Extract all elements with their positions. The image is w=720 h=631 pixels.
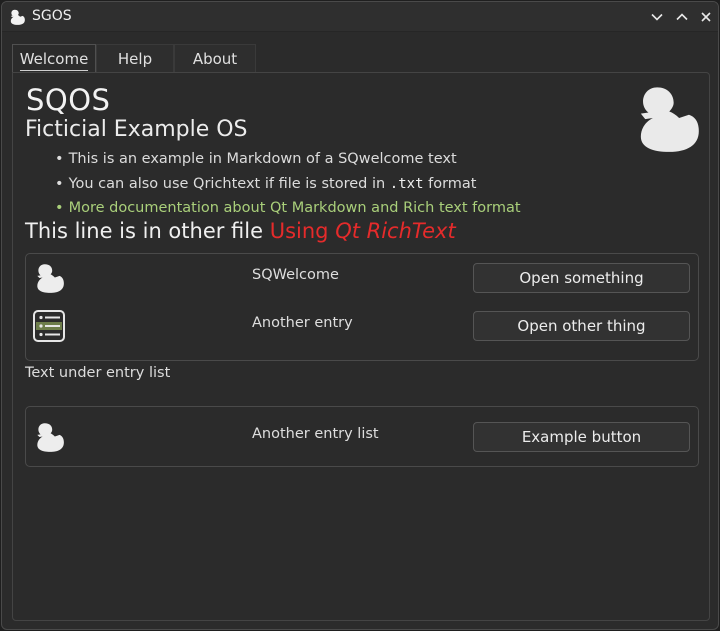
code-snippet: .txt <box>389 175 424 192</box>
duck-icon <box>10 9 25 25</box>
bullet-text: You can also use Qrichtext if file is st… <box>68 175 390 192</box>
welcome-panel: SQOS Ficticial Example OS This is an exa… <box>12 72 710 621</box>
list-item: This is an example in Markdown of a SQwe… <box>55 147 521 172</box>
duck-icon <box>37 264 64 293</box>
list-item: Another entry list Example button <box>26 416 698 456</box>
richtext-prefix: Using <box>269 219 336 243</box>
window-title: SGOS <box>32 8 72 24</box>
minimize-button[interactable] <box>647 7 667 27</box>
tab-welcome-label: Welcome <box>19 49 89 68</box>
page-title: SQOS <box>26 83 111 117</box>
list-icon <box>33 310 65 342</box>
entry-list: SQWelcome Open something Another entry O… <box>25 253 699 361</box>
active-tab-underline <box>20 70 88 71</box>
duck-logo-icon <box>640 87 699 152</box>
other-file-text: This line is in other file <box>25 219 270 243</box>
close-icon <box>701 12 711 22</box>
richtext-italic: Qt RichText <box>335 219 456 243</box>
entry-label: Another entry list <box>252 426 379 442</box>
close-button[interactable] <box>696 7 716 27</box>
app-window: SGOS Welcome Help About SQOS Ficticial E… <box>1 1 719 630</box>
chevron-up-icon <box>676 13 688 21</box>
list-item: SQWelcome Open something <box>26 257 698 297</box>
tab-help[interactable]: Help <box>96 44 174 72</box>
entry-label: Another entry <box>252 315 353 331</box>
example-button[interactable]: Example button <box>473 422 690 452</box>
page-subtitle: Ficticial Example OS <box>25 117 248 142</box>
title-bar[interactable]: SGOS <box>2 2 718 32</box>
bullet-text: This is an example in Markdown of a SQwe… <box>68 151 457 167</box>
bullet-text: format <box>423 175 477 192</box>
list-item: You can also use Qrichtext if file is st… <box>55 172 521 197</box>
duck-icon <box>37 423 64 452</box>
open-other-thing-button[interactable]: Open other thing <box>473 311 690 341</box>
tab-about[interactable]: About <box>174 44 256 72</box>
entry-label: SQWelcome <box>252 267 339 283</box>
list-item: Another entry Open other thing <box>26 305 698 345</box>
maximize-button[interactable] <box>672 7 692 27</box>
tab-help-label: Help <box>117 49 153 68</box>
under-list-text: Text under entry list <box>25 365 171 381</box>
other-file-line: This line is in other file Using Qt Rich… <box>25 219 456 243</box>
entry-list: Another entry list Example button <box>25 406 699 467</box>
welcome-bullet-list: This is an example in Markdown of a SQwe… <box>55 147 521 221</box>
open-something-button[interactable]: Open something <box>473 263 690 293</box>
tab-about-label: About <box>192 49 238 68</box>
chevron-down-icon <box>651 13 663 21</box>
list-item: More documentation about Qt Markdown and… <box>55 196 521 221</box>
richtext-highlight: Using Qt RichText <box>270 219 456 243</box>
documentation-link[interactable]: More documentation about Qt Markdown and… <box>69 200 521 216</box>
tab-welcome[interactable]: Welcome <box>12 44 96 72</box>
